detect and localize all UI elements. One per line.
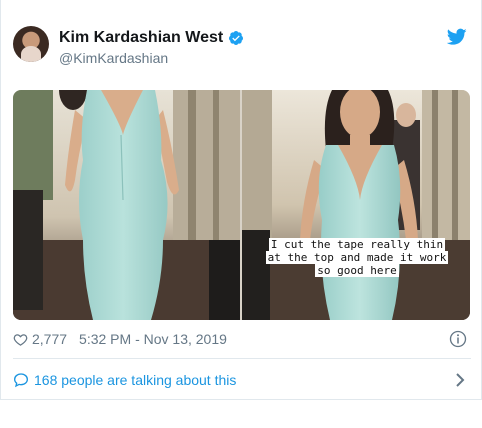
photo-left[interactable] [13,90,240,320]
tweet-meta: 2,777 5:32 PM - Nov 13, 2019 [13,329,469,349]
display-name[interactable]: Kim Kardashian West [59,29,223,47]
tweet-card: Kim Kardashian West @KimKardashian I cut… [0,0,482,400]
image-caption: I cut the tape really thin at the top an… [258,238,456,277]
info-icon[interactable] [449,330,467,348]
verified-badge-icon [229,31,244,45]
conversation-link[interactable]: 168 people are talking about this [13,370,469,390]
heart-icon[interactable] [13,332,28,347]
twitter-bird-icon[interactable] [447,28,467,46]
caption-line: I cut the tape really thin [268,238,446,251]
tweet-media[interactable]: I cut the tape really thin at the top an… [13,90,470,320]
avatar[interactable] [13,26,49,62]
like-count[interactable]: 2,777 [32,331,67,347]
name-row: Kim Kardashian West [59,29,244,47]
tweet-header: Kim Kardashian West @KimKardashian [13,20,469,70]
timestamp[interactable]: 5:32 PM - Nov 13, 2019 [79,331,227,347]
handle[interactable]: @KimKardashian [59,50,244,66]
conversation-label[interactable]: 168 people are talking about this [34,372,236,388]
author-block[interactable]: Kim Kardashian West @KimKardashian [59,29,244,66]
photo-right-image [242,90,470,320]
divider [13,358,471,359]
speech-bubble-icon [13,373,29,388]
caption-line: so good here [315,264,399,277]
photo-right[interactable]: I cut the tape really thin at the top an… [242,90,470,320]
photo-left-image [13,90,240,320]
caption-line: at the top and made it work [265,251,449,264]
chevron-right-icon[interactable] [455,372,465,388]
